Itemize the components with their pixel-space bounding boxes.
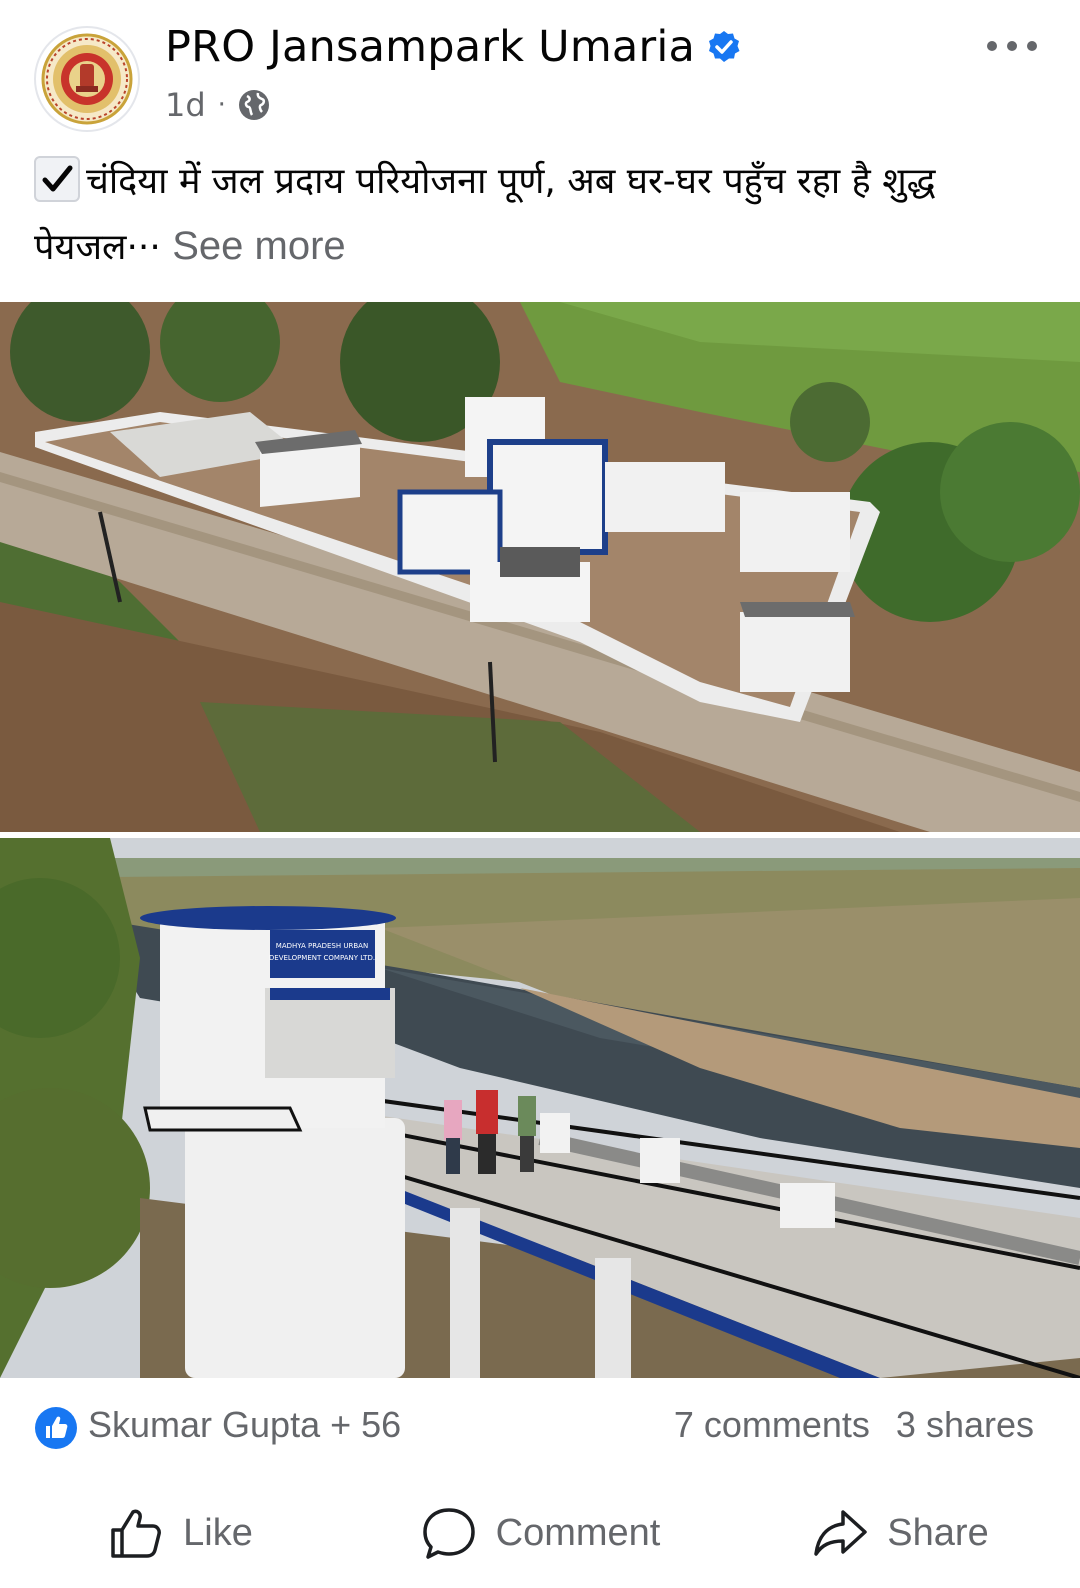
sign-line1: MADHYA PRADESH URBAN	[276, 942, 368, 950]
comment-label: Comment	[495, 1511, 661, 1554]
more-options-icon[interactable]	[984, 34, 1040, 58]
meta-separator: ·	[217, 90, 226, 120]
thumbs-up-icon	[111, 1509, 162, 1558]
page-name[interactable]: PRO Jansampark Umaria	[165, 22, 695, 72]
share-arrow-icon	[814, 1510, 868, 1556]
check-mark-icon	[34, 156, 80, 202]
shares-count[interactable]: 3 shares	[896, 1404, 1034, 1446]
see-more-link[interactable]: See more	[172, 224, 345, 268]
engagement-summary: Skumar Gupta + 56 7 comments 3 shares	[0, 1380, 1080, 1470]
share-label: Share	[887, 1511, 989, 1554]
emblem-logo	[41, 33, 133, 125]
action-bar: Like Comment Share	[0, 1478, 1080, 1588]
post-time[interactable]: 1d	[165, 86, 206, 124]
share-button[interactable]: Share	[720, 1478, 1080, 1588]
comments-count[interactable]: 7 comments	[674, 1404, 870, 1446]
post-photo-intake-well[interactable]: MADHYA PRADESH URBAN DEVELOPMENT COMPANY…	[0, 838, 1080, 1378]
like-reaction-icon[interactable]	[34, 1406, 78, 1450]
caption-text: चंदिया में जल प्रदाय परियोजना पूर्ण, अब …	[34, 161, 936, 268]
post-photo-treatment-plant[interactable]	[0, 302, 1080, 832]
like-button[interactable]: Like	[0, 1478, 360, 1588]
comment-bubble-icon	[422, 1508, 475, 1559]
verified-badge-icon	[709, 31, 740, 62]
like-label: Like	[183, 1511, 253, 1554]
comment-button[interactable]: Comment	[360, 1478, 720, 1588]
globe-icon	[238, 90, 269, 120]
post-caption: चंदिया में जल प्रदाय परियोजना पूर्ण, अब …	[34, 150, 1044, 280]
sign-line2: DEVELOPMENT COMPANY LTD.	[269, 954, 375, 962]
reactors-text[interactable]: Skumar Gupta + 56	[88, 1404, 401, 1446]
post-header: PRO Jansampark Umaria 1d ·	[0, 0, 1080, 140]
caption-ellipsis: ···	[126, 227, 161, 268]
page-avatar[interactable]	[34, 26, 140, 132]
